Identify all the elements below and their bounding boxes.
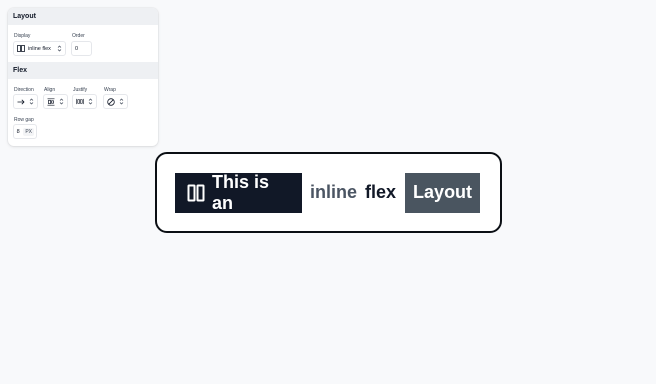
display-select[interactable]: inline flex (13, 41, 66, 56)
updown-chevron-icon (29, 98, 34, 105)
wrap-label: Wrap (104, 87, 116, 93)
dark-chip[interactable]: This is an (175, 171, 302, 213)
chip-text: This is an (212, 171, 270, 213)
order-input-field[interactable] (75, 45, 88, 52)
direction-label: Direction (14, 87, 34, 93)
updown-chevron-icon (88, 98, 93, 105)
columns-icon (17, 45, 25, 53)
updown-chevron-icon (59, 98, 64, 105)
justify-icon (76, 98, 84, 106)
order-label: Order (72, 33, 85, 39)
inline-flex-container[interactable]: This is an inline flex Layout (175, 171, 481, 213)
justify-label: Justify (73, 87, 88, 93)
arrow-right-icon (17, 98, 25, 106)
word-inline: inline (310, 182, 358, 202)
align-select[interactable] (43, 94, 68, 109)
direction-select[interactable] (13, 94, 38, 109)
flex-section-title: Flex (8, 62, 158, 79)
row-gap-value[interactable]: 8 (16, 129, 20, 135)
wrap-select[interactable] (103, 94, 128, 109)
row-gap-unit[interactable]: PX (23, 127, 34, 136)
order-input[interactable] (71, 41, 92, 56)
justify-select[interactable] (72, 94, 97, 109)
row-gap-input[interactable]: 8 PX (13, 124, 37, 139)
layout-chip[interactable]: Layout (405, 172, 481, 213)
align-center-icon (47, 97, 55, 106)
preview-frame: This is an inline flex Layout (155, 152, 502, 233)
display-value: inline flex (28, 45, 51, 52)
inspector-panel: Layout Display inline flex Order Flex Di… (8, 8, 158, 146)
row-gap-label: Row gap (14, 117, 34, 123)
layout-section-title: Layout (8, 8, 158, 25)
word-flex: flex (365, 182, 397, 202)
updown-chevron-icon (119, 98, 124, 105)
display-label: Display (14, 33, 31, 39)
align-label: Align (44, 87, 56, 93)
no-wrap-icon (107, 97, 115, 106)
layout-section: Display inline flex Order (8, 25, 158, 62)
updown-chevron-icon (57, 45, 62, 52)
flex-section: Direction Align Justify Wrap Row gap 8 P… (8, 79, 158, 146)
columns-icon (187, 184, 205, 202)
